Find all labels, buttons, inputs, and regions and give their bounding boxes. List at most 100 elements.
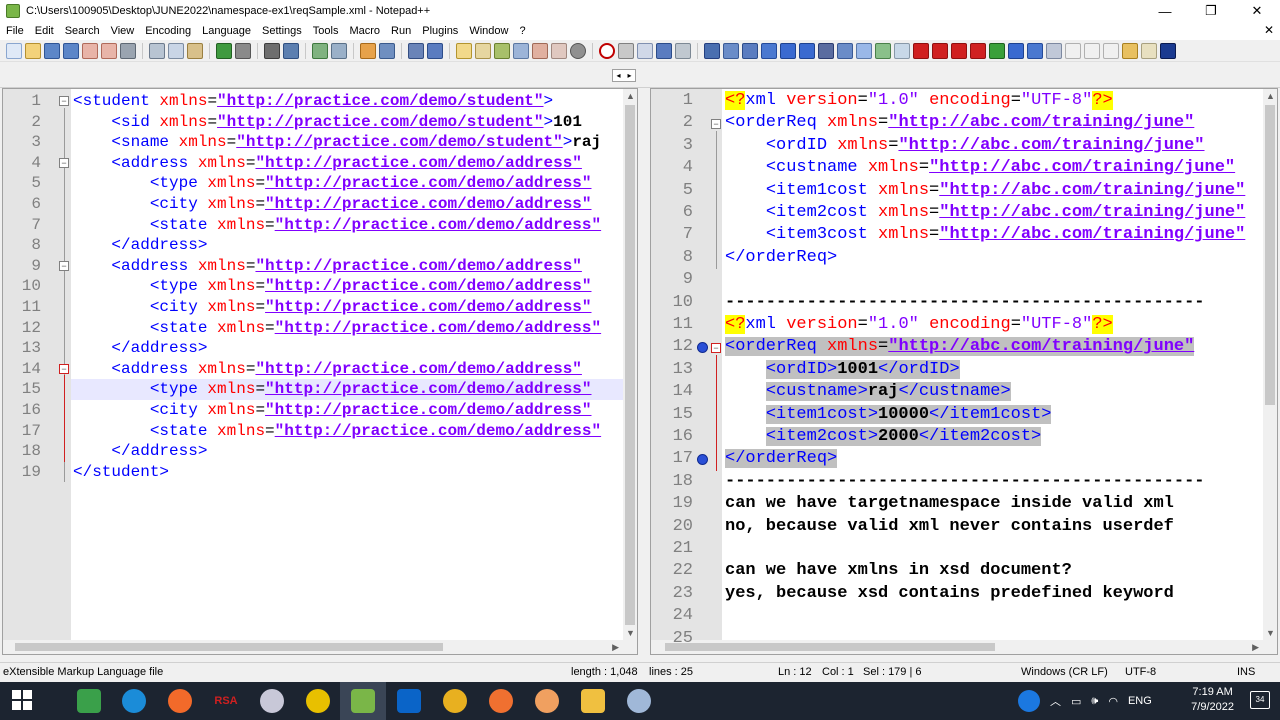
close-document-icon[interactable]: ✕ <box>1264 23 1274 37</box>
code-line[interactable]: 2 <orderReq xmlns="http://abc.com/trainin… <box>651 112 1277 134</box>
zoom-out-icon[interactable] <box>331 42 347 59</box>
right-editor-pane[interactable]: ▲ ▼ ▶ 1 <?xml version="1.0" encoding="UTF… <box>650 88 1278 655</box>
code-line[interactable]: 5 <type xmlns="http://practice.com/demo/… <box>3 173 637 193</box>
code-line[interactable]: 15 <type xmlns="http://practice.com/demo… <box>3 379 637 399</box>
app-excel-like-icon[interactable] <box>77 689 101 713</box>
menu-macro[interactable]: Macro <box>343 25 385 37</box>
menu-tools[interactable]: Tools <box>307 25 344 37</box>
diff-icon[interactable] <box>761 42 777 59</box>
code-line[interactable]: 8 </orderReq> <box>651 247 1277 269</box>
sync-horizontal-icon[interactable] <box>379 42 395 59</box>
code-line[interactable]: 6 <item2cost xmlns="http://abc.com/train… <box>651 202 1277 224</box>
fold-toggle-icon[interactable]: − <box>711 118 721 129</box>
monitoring-icon[interactable] <box>570 42 586 59</box>
function-list-icon[interactable] <box>532 42 548 59</box>
snowflake-app-icon[interactable] <box>535 689 559 713</box>
paint-icon[interactable] <box>260 689 284 713</box>
undo-icon[interactable] <box>216 42 232 59</box>
code-line[interactable]: 7 <item3cost xmlns="http://abc.com/train… <box>651 224 1277 246</box>
fold-toggle-icon[interactable]: − <box>59 261 69 272</box>
code-line[interactable]: 13 </address> <box>3 338 637 358</box>
redo-icon[interactable] <box>235 42 251 59</box>
code-line[interactable]: 4 <custname xmlns="http://abc.com/traini… <box>651 157 1277 179</box>
compare-options-icon[interactable] <box>742 42 758 59</box>
align-icon[interactable] <box>818 42 834 59</box>
menu-view[interactable]: View <box>105 25 140 37</box>
sync-vertical-icon[interactable] <box>360 42 376 59</box>
print-icon[interactable] <box>120 42 136 59</box>
scroll-thumb[interactable] <box>15 643 443 651</box>
system-clock[interactable]: 7:19 AM 7/9/2022 <box>1191 685 1234 715</box>
firefox-icon[interactable] <box>489 689 513 713</box>
chrome-icon[interactable] <box>443 689 467 713</box>
last-diff-icon[interactable] <box>970 42 986 59</box>
restore-button[interactable]: ❐ <box>1188 0 1234 22</box>
code-line[interactable]: 17 <state xmlns="http://practice.com/dem… <box>3 421 637 441</box>
code-line[interactable]: 12 <orderReq xmlns="http://abc.com/traini… <box>651 336 1277 358</box>
code-line[interactable]: 3 <sname xmlns="http://practice.com/demo… <box>3 132 637 152</box>
menu-edit[interactable]: Edit <box>29 25 59 37</box>
code-line[interactable]: 21 <box>651 538 1277 560</box>
file-explorer-icon[interactable] <box>581 689 605 713</box>
menu-help[interactable]: ? <box>513 25 530 37</box>
link-icon[interactable] <box>856 42 872 59</box>
replace-icon[interactable] <box>283 42 299 59</box>
scroll-right-icon[interactable]: ▶ <box>612 642 619 653</box>
code-line[interactable]: 24 <box>651 605 1277 627</box>
windows-start-icon[interactable] <box>11 689 35 713</box>
notification-center-icon[interactable]: 34 <box>1250 691 1270 709</box>
next-change-down-icon[interactable] <box>799 42 815 59</box>
fold-toggle-icon[interactable]: − <box>59 364 69 375</box>
save-icon[interactable] <box>44 42 60 59</box>
code-line[interactable]: 12 <state xmlns="http://practice.com/dem… <box>3 318 637 338</box>
code-line[interactable]: 19 can we have targetnamespace inside val… <box>651 493 1277 515</box>
code-line[interactable]: 2 <sid xmlns="http://practice.com/demo/s… <box>3 112 637 132</box>
code-line[interactable]: 1 <?xml version="1.0" encoding="UTF-8"?> <box>651 90 1277 112</box>
edge-browser-icon[interactable] <box>122 689 146 713</box>
code-line[interactable]: 20 no, because valid xml never contains u… <box>651 516 1277 538</box>
grid-icon[interactable] <box>837 42 853 59</box>
code-line[interactable]: 3 <ordID xmlns="http://abc.com/training/… <box>651 135 1277 157</box>
network-icon[interactable]: ▭ <box>1071 695 1081 708</box>
copy-icon[interactable] <box>168 42 184 59</box>
settings-tool-icon[interactable] <box>1046 42 1062 59</box>
indent-guide-icon[interactable] <box>456 42 472 59</box>
doc-blank-2-icon[interactable] <box>1084 42 1100 59</box>
wifi-icon[interactable]: ◠ <box>1108 695 1118 708</box>
code-line[interactable]: 9 <box>651 269 1277 291</box>
folder-workspace-icon[interactable] <box>551 42 567 59</box>
close-button[interactable]: ✕ <box>1234 0 1280 22</box>
menu-run[interactable]: Run <box>385 25 416 37</box>
code-line[interactable]: 23 yes, because xsd contains predefined k… <box>651 583 1277 605</box>
language-indicator[interactable]: ENG <box>1128 695 1152 707</box>
code-line[interactable]: 6 <city xmlns="http://practice.com/demo/… <box>3 194 637 214</box>
menu-language[interactable]: Language <box>196 25 256 37</box>
fold-toggle-icon[interactable]: − <box>711 342 721 353</box>
close-file-icon[interactable] <box>82 42 98 59</box>
cut-icon[interactable] <box>149 42 165 59</box>
menu-settings[interactable]: Settings <box>256 25 307 37</box>
green-action-icon[interactable] <box>989 42 1005 59</box>
edit-icon[interactable] <box>894 42 910 59</box>
minimize-button[interactable]: — <box>1142 0 1188 22</box>
menu-search[interactable]: Search <box>59 25 105 37</box>
code-line[interactable]: 11 <?xml version="1.0" encoding="UTF-8"?> <box>651 314 1277 336</box>
code-line[interactable]: 4 <address xmlns="http://practice.com/de… <box>3 153 637 173</box>
scroll-down-icon[interactable]: ▼ <box>626 628 635 638</box>
tab-scroll-arrows[interactable]: ◂ ▸ <box>612 69 636 82</box>
menu-window[interactable]: Window <box>463 25 513 37</box>
outlook-icon[interactable] <box>397 689 421 713</box>
show-hidden-icons-icon[interactable]: ︿ <box>1050 693 1061 709</box>
code-line[interactable]: 8 </address> <box>3 235 637 255</box>
left-editor-pane[interactable]: ▲ ▼ ▶ 1 <student xmlns="http://practice.c… <box>2 88 638 655</box>
code-line[interactable]: 25 <box>651 628 1277 650</box>
compare-icon[interactable] <box>704 42 720 59</box>
new-file-icon[interactable] <box>6 42 22 59</box>
code-line[interactable]: 18 </address> <box>3 441 637 461</box>
postman-icon[interactable] <box>168 689 192 713</box>
status-eol[interactable]: Windows (CR LF) <box>1021 666 1108 678</box>
code-line[interactable]: 15 <item1cost>10000</item1cost> <box>651 404 1277 426</box>
close-all-icon[interactable] <box>101 42 117 59</box>
next-diff-icon[interactable] <box>951 42 967 59</box>
doc-blank-3-icon[interactable] <box>1103 42 1119 59</box>
